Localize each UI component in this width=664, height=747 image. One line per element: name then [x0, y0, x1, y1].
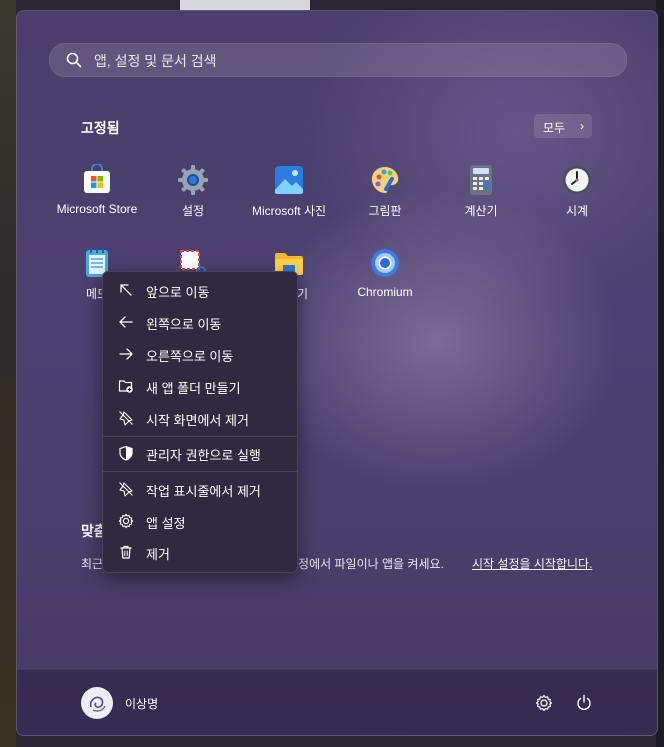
context-menu: 앞으로 이동 왼쪽으로 이동 오른쪽으로 이동 새 앱 폴더 만들기 시작 화면…	[102, 271, 298, 573]
chromium-icon	[369, 247, 401, 279]
unpin-icon	[118, 410, 134, 426]
pinned-app-microsoft-store[interactable]: Microsoft Store	[49, 164, 145, 236]
microsoft-store-icon	[81, 164, 113, 196]
photos-icon	[273, 164, 305, 196]
pinned-app-paint[interactable]: 그림판	[337, 164, 433, 236]
menu-item-label: 앞으로 이동	[146, 285, 210, 300]
menu-separator	[103, 471, 297, 472]
menu-item-label: 관리자 권한으로 실행	[146, 448, 261, 463]
menu-item-move-to-front[interactable]: 앞으로 이동	[107, 275, 293, 305]
menu-item-unpin-from-start[interactable]: 시작 화면에서 제거	[107, 403, 293, 433]
menu-item-label: 작업 표시줄에서 제거	[146, 484, 261, 499]
settings-gear-icon	[177, 164, 209, 196]
start-footer: 이상명	[17, 669, 657, 735]
chevron-right-icon: ›	[580, 119, 584, 133]
app-label: Chromium	[357, 285, 413, 299]
pinned-app-clock[interactable]: 시계	[529, 164, 625, 236]
avatar[interactable]	[81, 687, 113, 719]
user-avatar-icon	[89, 696, 106, 712]
menu-item-label: 제거	[146, 547, 170, 562]
settings-gear-icon[interactable]	[535, 694, 553, 712]
app-label: 시계	[565, 204, 589, 218]
menu-item-label: 시작 화면에서 제거	[146, 413, 249, 428]
recommended-text-prefix: 최근	[81, 557, 104, 571]
recommended-text-middle: 설정에서 파일이나 앱을 켜세요.	[287, 557, 444, 571]
arrow-right-icon	[118, 346, 134, 362]
arrow-left-icon	[118, 314, 134, 330]
user-name: 이상명	[125, 697, 159, 711]
menu-item-label: 새 앱 폴더 만들기	[146, 381, 241, 396]
start-settings-link[interactable]: 시작 설정을 시작합니다.	[472, 555, 592, 572]
all-apps-button[interactable]: 모두 ›	[534, 114, 592, 138]
menu-item-app-settings[interactable]: 앱 설정	[107, 506, 293, 536]
menu-item-new-app-folder[interactable]: 새 앱 폴더 만들기	[107, 371, 293, 401]
pinned-heading: 고정됨	[81, 120, 120, 136]
pinned-app-calculator[interactable]: 계산기	[433, 164, 529, 236]
search-placeholder: 앱, 설정 및 문서 검색	[94, 53, 217, 69]
paint-palette-icon	[369, 164, 401, 196]
trash-icon	[118, 544, 134, 560]
app-label: 설정	[181, 204, 205, 218]
desktop-background-left	[0, 0, 16, 747]
menu-separator	[103, 436, 297, 437]
pinned-app-photos[interactable]: Microsoft 사진	[241, 164, 337, 236]
menu-item-move-left[interactable]: 왼쪽으로 이동	[107, 307, 293, 337]
app-label: 계산기	[464, 204, 498, 218]
pinned-app-chromium[interactable]: Chromium	[337, 247, 433, 319]
menu-item-uninstall[interactable]: 제거	[107, 537, 293, 567]
menu-item-unpin-from-taskbar[interactable]: 작업 표시줄에서 제거	[107, 474, 293, 504]
menu-item-run-as-admin[interactable]: 관리자 권한으로 실행	[107, 438, 293, 468]
search-icon	[66, 52, 82, 68]
menu-item-label: 앱 설정	[146, 516, 186, 531]
app-label: 그림판	[368, 204, 402, 218]
menu-item-move-right[interactable]: 오른쪽으로 이동	[107, 339, 293, 369]
new-folder-icon	[118, 378, 134, 394]
app-label: Microsoft 사진	[251, 204, 327, 218]
unpin-taskbar-icon	[118, 481, 134, 497]
arrow-up-left-icon	[118, 282, 134, 298]
power-icon[interactable]	[575, 694, 593, 712]
search-box[interactable]: 앱, 설정 및 문서 검색	[49, 43, 627, 77]
app-label: Microsoft Store	[56, 202, 138, 216]
shield-icon	[118, 445, 134, 461]
all-apps-label: 모두	[543, 121, 566, 135]
calculator-icon	[465, 164, 497, 196]
clock-icon	[561, 164, 593, 196]
pinned-app-settings[interactable]: 설정	[145, 164, 241, 236]
menu-item-label: 왼쪽으로 이동	[146, 317, 222, 332]
menu-item-label: 오른쪽으로 이동	[146, 349, 234, 364]
gear-icon	[118, 513, 134, 529]
